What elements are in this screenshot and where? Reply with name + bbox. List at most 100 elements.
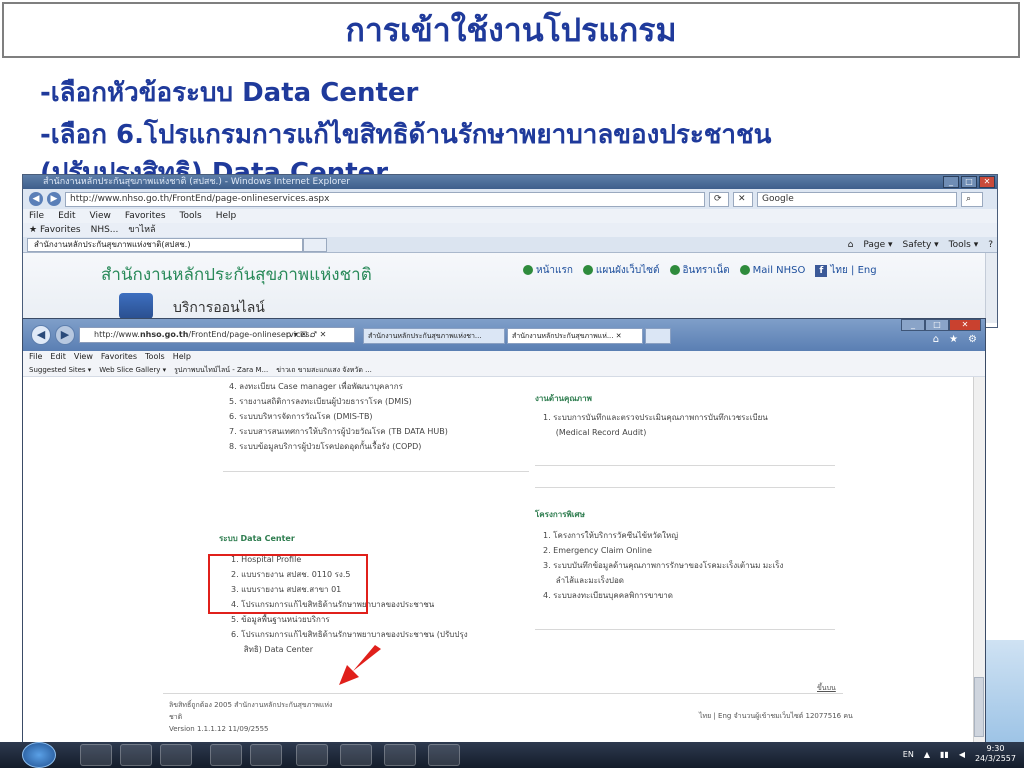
word-icon[interactable]: [428, 744, 460, 766]
maximize-button[interactable]: □: [925, 319, 949, 331]
menu-edit[interactable]: Edit: [58, 209, 75, 223]
volume-icon[interactable]: ◀: [959, 750, 965, 759]
system-tray: EN ▲ ▮▮ ◀ 9:30 24/3/2557: [903, 744, 1016, 764]
footer-line-1: ลิขสิทธิ์ถูกต้อง 2005 สำนักงานหลักประกัน…: [169, 701, 333, 709]
intranet-dot-icon: [669, 265, 680, 275]
scrollbar-thumb[interactable]: [974, 677, 984, 737]
ie1-caption-text: สำนักงานหลักประกันสุขภาพแห่งชาติ (สปสช.)…: [43, 177, 350, 187]
chrome-icon[interactable]: [80, 744, 112, 766]
menu-file[interactable]: File: [29, 209, 44, 223]
favorites-star-icon[interactable]: ★ Favorites: [29, 223, 81, 237]
stop-button[interactable]: ✕: [733, 191, 753, 207]
list-item[interactable]: 5. รายงานสถิติการลงทะเบียนผู้ป่วยธาราโรค…: [229, 394, 529, 409]
list-item[interactable]: 1. ระบบการบันทึกและตรวจประเมินคุณภาพการบ…: [543, 410, 835, 425]
ie2-vertical-scrollbar[interactable]: [973, 377, 985, 749]
search-icon[interactable]: ⌕: [961, 191, 983, 207]
cmd-page[interactable]: Page ▾: [863, 237, 892, 253]
powerpoint-icon[interactable]: [384, 744, 416, 766]
rights-update-program-link[interactable]: 6. โปรแกรมการแก้ไขสิทธิด้านรักษาพยาบาลขอ…: [231, 627, 539, 642]
forward-icon[interactable]: ▶: [47, 192, 61, 206]
fav-webslice[interactable]: Web Slice Gallery ▾: [99, 363, 166, 376]
menu-file[interactable]: File: [29, 351, 42, 363]
list-item[interactable]: 3. ระบบบันทึกข้อมูลด้านคุณภาพการรักษาของ…: [543, 558, 835, 573]
menu-help[interactable]: Help: [173, 351, 191, 363]
list-item[interactable]: 4. ลงทะเบียน Case manager เพื่อพัฒนาบุคล…: [229, 379, 529, 394]
list-item[interactable]: 8. ระบบข้อมูลบริการผู้ป่วยโรคปอดอุดกั้นเ…: [229, 439, 529, 454]
ie2-tab-2[interactable]: สำนักงานหลักประกันสุขภาพแห่... ✕: [507, 328, 643, 344]
list-item[interactable]: ลำไส้และมะเร็งปอด: [543, 573, 835, 588]
explorer-icon[interactable]: [340, 744, 372, 766]
list-item[interactable]: 7. ระบบสารสนเทศการให้บริการผู้ป่วยวัณโรค…: [229, 424, 529, 439]
list-item[interactable]: 2. Emergency Claim Online: [543, 543, 835, 558]
list-item[interactable]: (Medical Record Audit): [543, 425, 835, 440]
ie1-new-tab[interactable]: [303, 238, 327, 252]
calculator-icon[interactable]: [160, 744, 192, 766]
menu-edit[interactable]: Edit: [50, 351, 66, 363]
fav-nhs[interactable]: NHS...: [91, 223, 119, 237]
back-icon[interactable]: ◀: [29, 192, 43, 206]
ie2-menu-bar: File Edit View Favorites Tools Help: [23, 351, 985, 363]
home-icon[interactable]: ⌂: [933, 334, 939, 345]
refresh-button[interactable]: ⟳: [709, 191, 729, 207]
minimize-button[interactable]: _: [901, 319, 925, 331]
link-lang[interactable]: f ไทย | Eng: [815, 263, 877, 278]
menu-tools[interactable]: Tools: [180, 209, 202, 223]
ie1-scrollbar[interactable]: [985, 253, 997, 323]
language-indicator[interactable]: EN: [903, 750, 914, 759]
home-icon[interactable]: ⌂: [848, 237, 854, 253]
firefox-icon[interactable]: [250, 744, 282, 766]
cmd-safety[interactable]: Safety ▾: [902, 237, 938, 253]
ie2-new-tab[interactable]: [645, 328, 671, 344]
list-item[interactable]: 4. ระบบลงทะเบียนบุคคลพิการขาขาด: [543, 588, 835, 603]
tray-expand-icon[interactable]: ▲: [924, 750, 930, 759]
close-button[interactable]: ✕: [949, 319, 981, 331]
ie1-tab-nhso[interactable]: สำนักงานหลักประกันสุขภาพแห่งชาติ(สปสช.): [27, 238, 303, 252]
left-top-list: 4. ลงทะเบียน Case manager เพื่อพัฒนาบุคล…: [229, 379, 529, 454]
online-service-label: บริการออนไลน์: [173, 300, 265, 316]
link-sitemap[interactable]: แผนผังเว็บไซต์: [582, 263, 660, 278]
menu-view[interactable]: View: [74, 351, 93, 363]
ie2-right-icons: ⌂ ★ ⚙: [933, 334, 977, 345]
maximize-button[interactable]: □: [961, 176, 977, 188]
media-player-icon[interactable]: [120, 744, 152, 766]
internet-explorer-icon[interactable]: [296, 744, 328, 766]
list-item[interactable]: 5. ข้อมูลพื้นฐานหน่วยบริการ: [231, 612, 539, 627]
menu-view[interactable]: View: [90, 209, 111, 223]
close-button[interactable]: ✕: [979, 176, 995, 188]
divider: [223, 471, 529, 472]
fav-khalai[interactable]: ขาไหล้: [128, 223, 155, 237]
ie1-address-row: ◀ ▶ http://www.nhso.go.th/FrontEnd/page-…: [23, 189, 997, 209]
start-button[interactable]: [22, 742, 56, 768]
menu-favorites[interactable]: Favorites: [101, 351, 137, 363]
pointer-arrow-icon: [339, 645, 381, 685]
gear-icon[interactable]: ⚙: [968, 334, 977, 345]
help-icon[interactable]: ?: [988, 237, 993, 253]
link-mail[interactable]: Mail NHSO: [739, 265, 805, 276]
photo-viewer-icon[interactable]: [210, 744, 242, 766]
back-icon[interactable]: ◀: [31, 325, 51, 345]
ie1-search-box[interactable]: Google: [757, 191, 957, 207]
clock-date: 24/3/2557: [974, 754, 1016, 763]
rights-update-program-link-cont[interactable]: สิทธิ) Data Center: [231, 642, 539, 657]
ie2-tab-1[interactable]: สำนักงานหลักประกันสุขภาพแห่งชา...: [363, 328, 505, 344]
ie1-address-bar[interactable]: http://www.nhso.go.th/FrontEnd/page-onli…: [65, 191, 705, 207]
menu-help[interactable]: Help: [216, 209, 237, 223]
address-buttons[interactable]: ρ ▾ ☒ ♂ ✕: [286, 328, 326, 342]
fav-news[interactable]: ข่าวเถ ขามสะแกแสง จังหวัด ...: [276, 363, 372, 376]
link-intranet[interactable]: อินทราเน็ต: [669, 263, 730, 278]
fav-suggested[interactable]: Suggested Sites ▾: [29, 363, 91, 376]
clock[interactable]: 9:30 24/3/2557: [975, 744, 1016, 764]
minimize-button[interactable]: _: [943, 176, 959, 188]
sitemap-dot-icon: [582, 265, 593, 275]
cmd-tools[interactable]: Tools ▾: [949, 237, 979, 253]
favorites-star-icon[interactable]: ★: [949, 334, 958, 345]
menu-tools[interactable]: Tools: [145, 351, 165, 363]
forward-icon[interactable]: ▶: [55, 325, 75, 345]
link-home[interactable]: หน้าแรก: [523, 263, 573, 278]
list-item[interactable]: 6. ระบบบริหารจัดการวัณโรค (DMIS-TB): [229, 409, 529, 424]
network-icon[interactable]: ▮▮: [940, 750, 949, 759]
fav-zara[interactable]: รูปภาพบนไทม์ไลน์ - Zara M...: [174, 363, 268, 376]
menu-favorites[interactable]: Favorites: [125, 209, 166, 223]
list-item[interactable]: 1. โครงการให้บริการวัคซีนไข้หวัดใหญ่: [543, 528, 835, 543]
ie1-menu-bar: File Edit View Favorites Tools Help: [23, 209, 997, 223]
